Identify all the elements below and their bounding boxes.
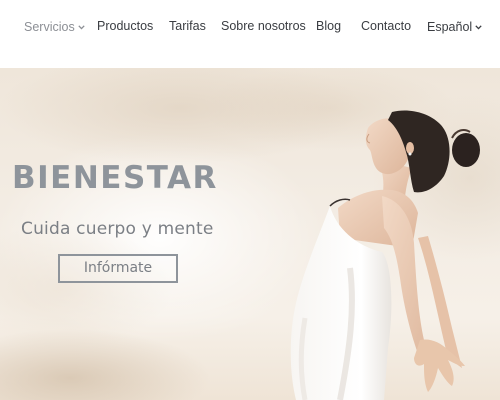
nav-item-productos[interactable]: Productos (97, 18, 153, 34)
nav-item-contacto[interactable]: Contacto (361, 18, 411, 34)
chevron-down-icon (78, 18, 85, 34)
nav-item-label: Tarifas (169, 19, 206, 33)
hero-title: BIENESTAR (12, 160, 218, 196)
top-navigation: Servicios Productos Tarifas Sobre nosotr… (0, 0, 500, 68)
hero-banner: BIENESTAR Cuida cuerpo y mente Infórmate (0, 68, 500, 400)
nav-item-blog[interactable]: Blog (316, 18, 341, 34)
nav-item-servicios[interactable]: Servicios (24, 18, 85, 35)
hero-subtitle: Cuida cuerpo y mente (21, 219, 214, 239)
nav-item-label: Productos (97, 19, 154, 33)
nav-item-label: Servicios (24, 20, 75, 34)
nav-item-language[interactable]: Español (427, 18, 482, 35)
nav-item-sobre-nosotros[interactable]: Sobre nosotros (221, 18, 306, 34)
learn-more-button[interactable]: Infórmate (58, 254, 178, 283)
chevron-down-icon (475, 18, 482, 34)
nav-item-tarifas[interactable]: Tarifas (169, 18, 206, 34)
nav-item-label: Sobre nosotros (221, 19, 306, 33)
nav-item-label: Blog (316, 19, 342, 33)
nav-item-label: Español (427, 20, 473, 34)
nav-item-label: Contacto (361, 19, 412, 33)
